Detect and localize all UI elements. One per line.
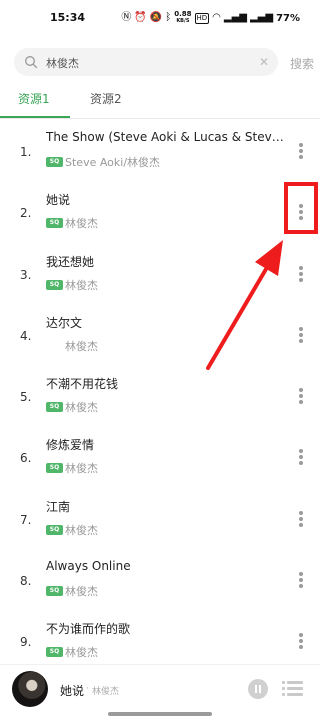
playlist-icon-line-2 (287, 681, 303, 684)
now-playing-separator: · (86, 684, 89, 694)
playlist-icon-line-6 (287, 693, 303, 696)
pause-button[interactable] (248, 679, 268, 699)
playlist-button[interactable] (282, 679, 304, 699)
playlist-icon-line-4 (287, 687, 303, 690)
now-playing-artist: 林俊杰 (92, 687, 120, 697)
playlist-icon-line-1 (282, 681, 285, 684)
album-cover[interactable] (12, 671, 48, 707)
pause-icon-bar-left (255, 685, 257, 693)
home-indicator[interactable] (108, 712, 212, 716)
pause-icon-bar-right (259, 685, 261, 693)
red-arrow-annotation (206, 240, 283, 370)
now-playing-title: 她说 (60, 684, 85, 698)
playlist-icon-line-3 (282, 687, 285, 690)
playlist-icon-line-5 (282, 693, 285, 696)
